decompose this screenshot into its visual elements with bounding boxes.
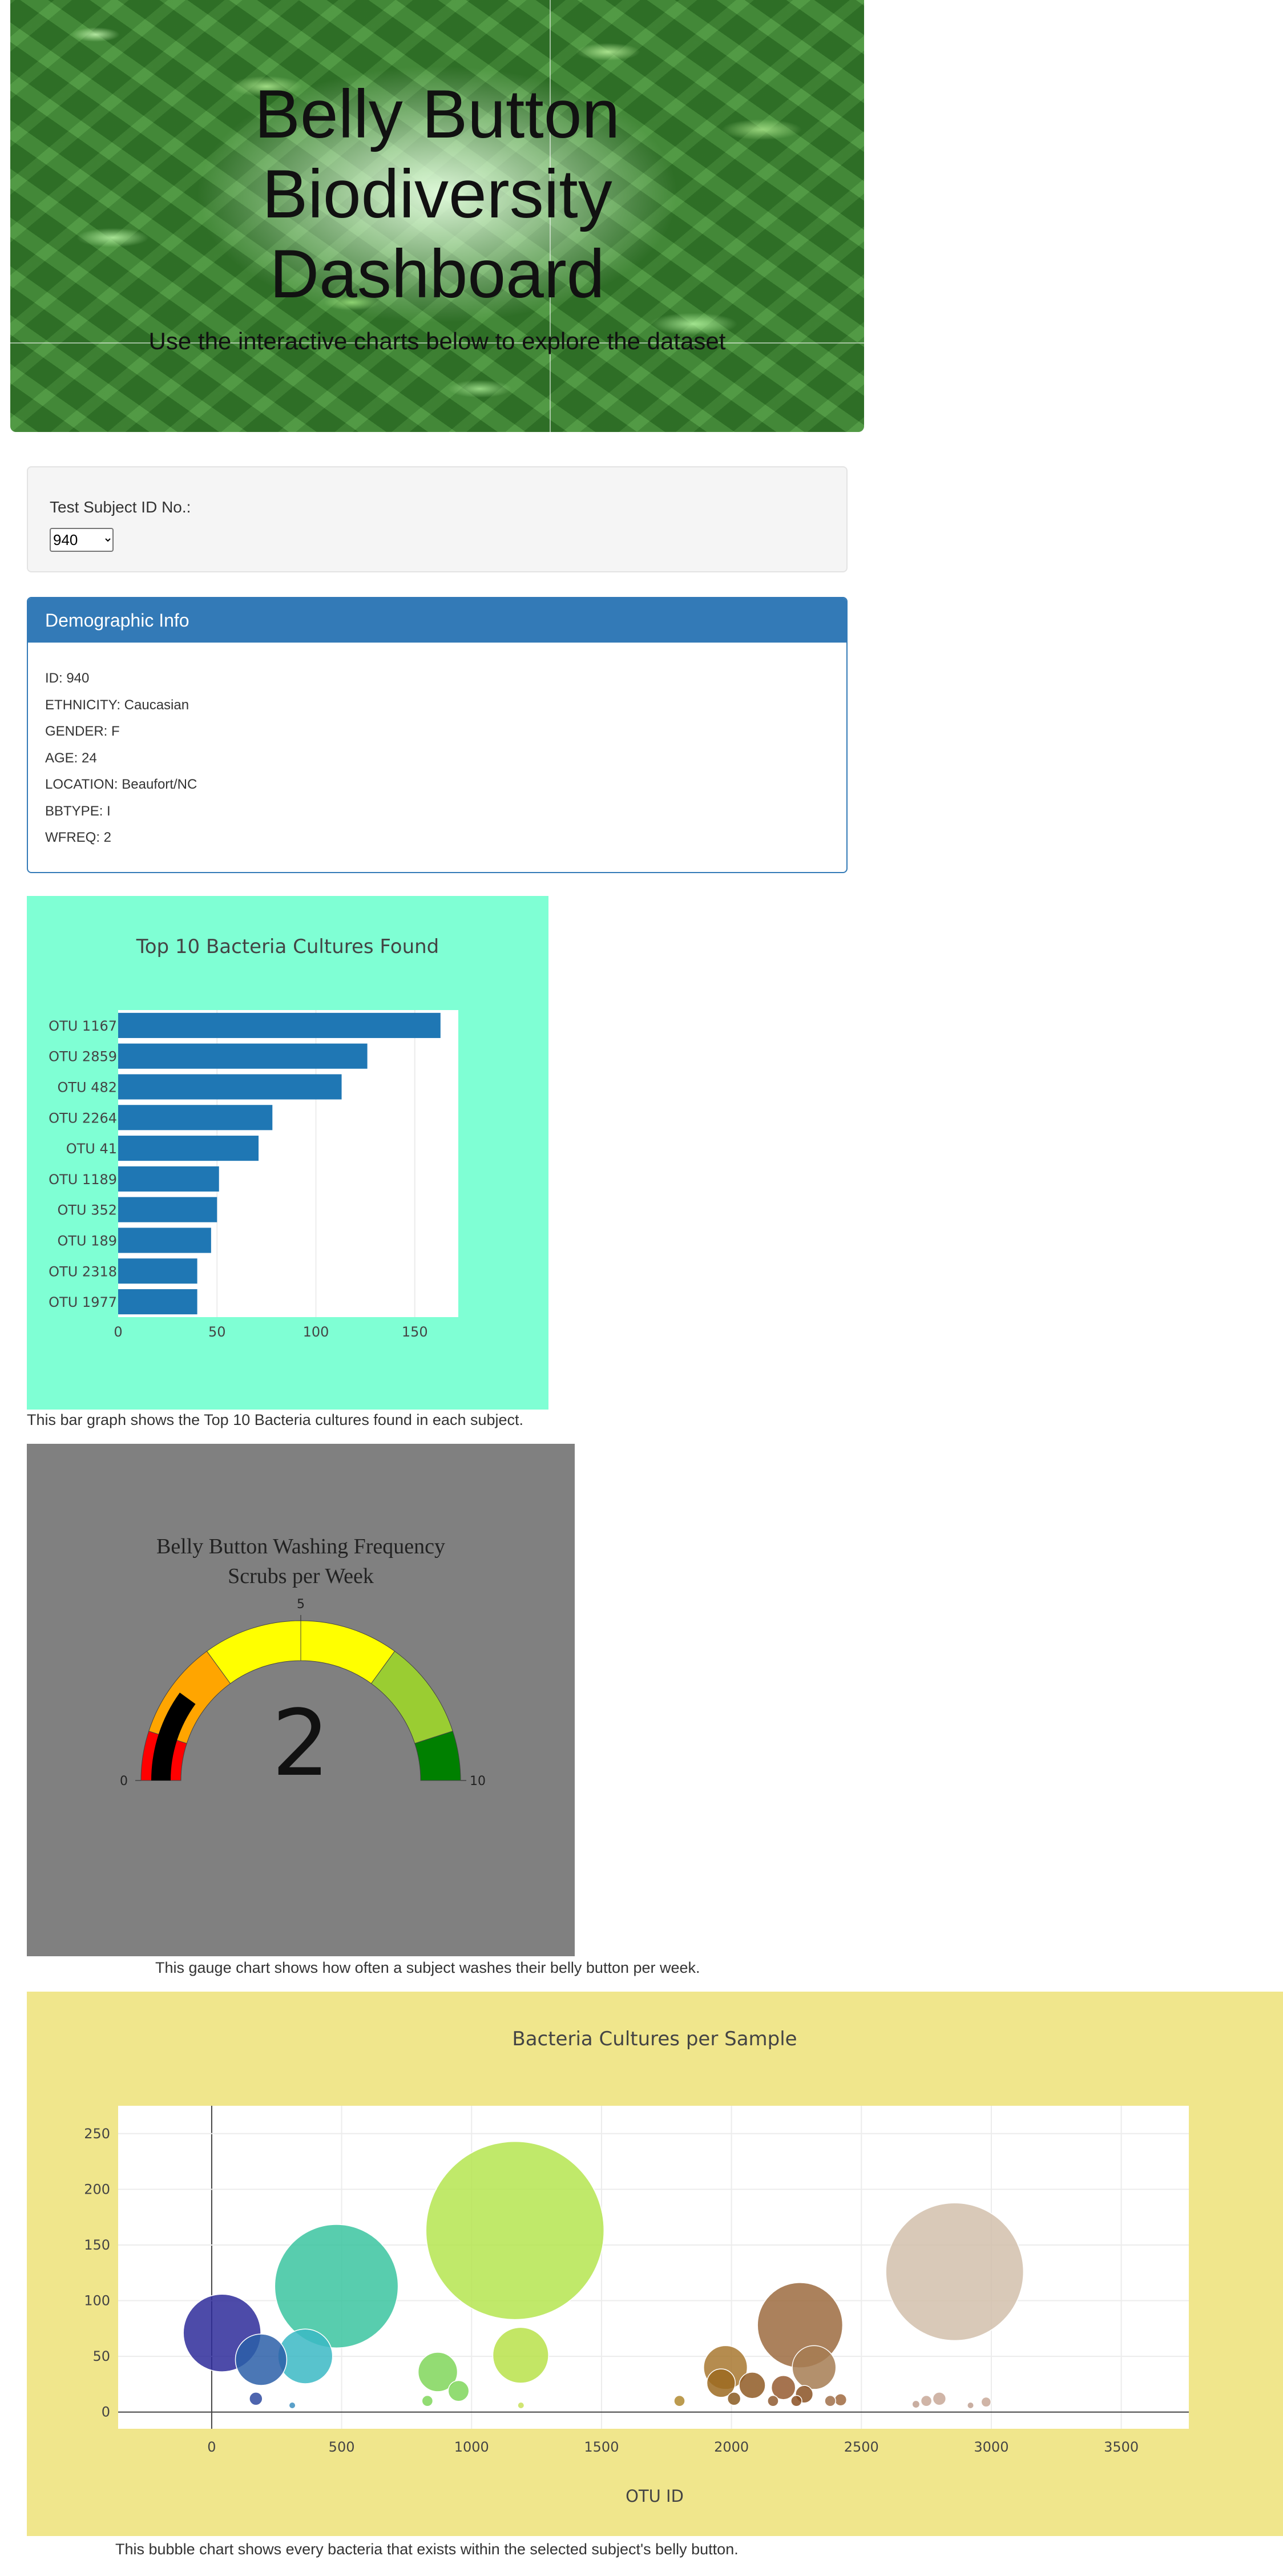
bubble-x-tick-label: 500: [329, 2439, 355, 2455]
bar-mark: [118, 1166, 219, 1192]
bubble-x-tick-label: 1500: [584, 2439, 619, 2455]
bar-mark: [118, 1105, 273, 1130]
gauge-tick-label: 5: [297, 1597, 305, 1612]
bar-x-tick-label: 50: [208, 1324, 226, 1340]
title-line: Belly Button: [254, 76, 620, 152]
bar-category-label: OTU 189: [57, 1233, 117, 1249]
bar-mark: [118, 1228, 211, 1253]
bubble-y-tick-label: 50: [92, 2348, 110, 2364]
gauge-tick-label: 0: [120, 1774, 128, 1788]
bar-mark: [118, 1074, 342, 1100]
bubble-mark: [911, 2400, 921, 2409]
bubble-x-tick-label: 0: [207, 2439, 216, 2455]
page-title: Belly Button Biodiversity Dashboard: [10, 74, 864, 314]
bubble-mark: [425, 2141, 605, 2320]
bar-chart-caption: This bar graph shows the Top 10 Bacteria…: [27, 1411, 524, 1428]
bar-mark: [118, 1136, 259, 1161]
bubble-mark: [932, 2392, 947, 2406]
bar-x-tick-label: 100: [303, 1324, 329, 1340]
gauge-tick-label: 10: [470, 1774, 486, 1788]
gauge-value-number: 2: [272, 1690, 330, 1796]
bubble-mark: [824, 2395, 836, 2407]
bar-category-label: OTU 2859: [49, 1049, 117, 1065]
bubble-mark: [673, 2395, 685, 2407]
bubble-x-tick-label: 2500: [844, 2439, 879, 2455]
bubble-x-axis-label: OTU ID: [626, 2486, 684, 2506]
gauge-chart-container: Belly Button Washing Frequency Scrubs pe…: [27, 1444, 575, 1956]
bubble-mark: [920, 2395, 933, 2407]
bubble-mark: [739, 2372, 766, 2399]
title-line: Biodiversity: [262, 156, 612, 232]
subject-id-label: Test Subject ID No.:: [50, 498, 191, 516]
bubble-mark: [288, 2401, 296, 2409]
bubble-mark: [790, 2395, 802, 2407]
bubble-mark: [967, 2401, 975, 2409]
bubble-mark: [421, 2395, 434, 2407]
bubble-chart: Bacteria Cultures per Sample OTU ID 0 500…: [84, 2028, 1189, 2506]
bubble-chart-caption: This bubble chart shows every bacteria t…: [115, 2541, 739, 2558]
bar-category-label: OTU 482: [57, 1080, 117, 1096]
bubble-mark: [834, 2393, 848, 2407]
bubble-mark: [792, 2345, 837, 2390]
bar-mark: [118, 1043, 368, 1069]
demographic-line: WFREQ: 2: [45, 830, 112, 845]
bubble-y-tick-label: 200: [84, 2181, 110, 2197]
demographic-line: GENDER: F: [45, 724, 120, 739]
demographic-panel-heading: Demographic Info: [28, 598, 846, 643]
gauge-title: Belly Button Washing Frequency: [156, 1535, 445, 1558]
gauge-chart: Belly Button Washing Frequency Scrubs pe…: [120, 1535, 486, 1796]
demographic-panel-body: ID: 940 ETHNICITY: Caucasian GENDER: F A…: [28, 643, 846, 851]
bar-category-label: OTU 2264: [49, 1110, 117, 1126]
gauge-chart-caption: This gauge chart shows how often a subje…: [155, 1959, 700, 1976]
bar-chart-title: Top 10 Bacteria Cultures Found: [136, 935, 439, 958]
bubble-mark: [274, 2224, 399, 2349]
bubble-mark: [249, 2392, 263, 2406]
bar-category-label: OTU 352: [57, 1202, 117, 1218]
demographic-line: ETHNICITY: Caucasian: [45, 697, 189, 713]
page-subtitle: Use the interactive charts below to expl…: [148, 328, 726, 354]
demographic-panel: Demographic Info ID: 940 ETHNICITY: Cauc…: [27, 597, 848, 873]
bubble-x-tick-label: 2000: [714, 2439, 749, 2455]
bar-category-label: OTU 1189: [49, 1172, 117, 1188]
demographic-line: LOCATION: Beaufort/NC: [45, 777, 197, 792]
bubble-mark: [727, 2392, 741, 2406]
demographic-line: ID: 940: [45, 671, 90, 686]
demographic-line: BBTYPE: I: [45, 803, 111, 819]
bar-category-label: OTU 1167: [49, 1018, 117, 1034]
bubble-mark: [517, 2401, 525, 2409]
bar-x-tick-label: 150: [402, 1324, 428, 1340]
bar-category-label: OTU 2318: [49, 1263, 117, 1279]
bubble-mark: [981, 2396, 992, 2408]
bubble-mark: [767, 2395, 779, 2407]
title-line: Dashboard: [269, 236, 605, 312]
bar-mark: [118, 1258, 197, 1284]
bar-x-tick-label: 0: [114, 1324, 122, 1340]
bubble-x-tick-label: 3000: [974, 2439, 1008, 2455]
demographic-line: AGE: 24: [45, 750, 97, 766]
bubble-mark: [885, 2202, 1024, 2341]
bubble-chart-title: Bacteria Cultures per Sample: [512, 2028, 797, 2050]
bubble-y-tick-label: 250: [84, 2126, 110, 2142]
bar-category-label: OTU 41: [66, 1141, 117, 1157]
bubble-y-tick-label: 0: [102, 2404, 110, 2420]
bubble-x-tick-label: 3500: [1104, 2439, 1139, 2455]
bubble-chart-container: Bacteria Cultures per Sample OTU ID 0 500…: [27, 1992, 1283, 2536]
bubble-x-tick-label: 1000: [454, 2439, 489, 2455]
bubble-mark: [492, 2327, 549, 2384]
bar-chart: Top 10 Bacteria Cultures Found 0 50 100 150…: [49, 935, 458, 1340]
bar-mark: [118, 1289, 197, 1315]
bubble-y-tick-label: 100: [84, 2293, 110, 2309]
subject-id-dropdown[interactable]: 940: [50, 528, 114, 552]
bubble-mark: [235, 2333, 288, 2386]
bubble-mark: [447, 2380, 470, 2402]
subject-selector-well: Test Subject ID No.: 940: [27, 466, 848, 572]
bubble-y-tick-label: 150: [84, 2237, 110, 2253]
gauge-subtitle: Scrubs per Week: [228, 1564, 374, 1588]
hero-banner: Belly Button Biodiversity Dashboard Use …: [10, 0, 864, 432]
bar-chart-container: Top 10 Bacteria Cultures Found 0 50 100 150…: [27, 896, 548, 1410]
bar-category-label: OTU 1977: [49, 1294, 117, 1310]
bar-mark: [118, 1197, 217, 1222]
bar-mark: [118, 1012, 441, 1038]
